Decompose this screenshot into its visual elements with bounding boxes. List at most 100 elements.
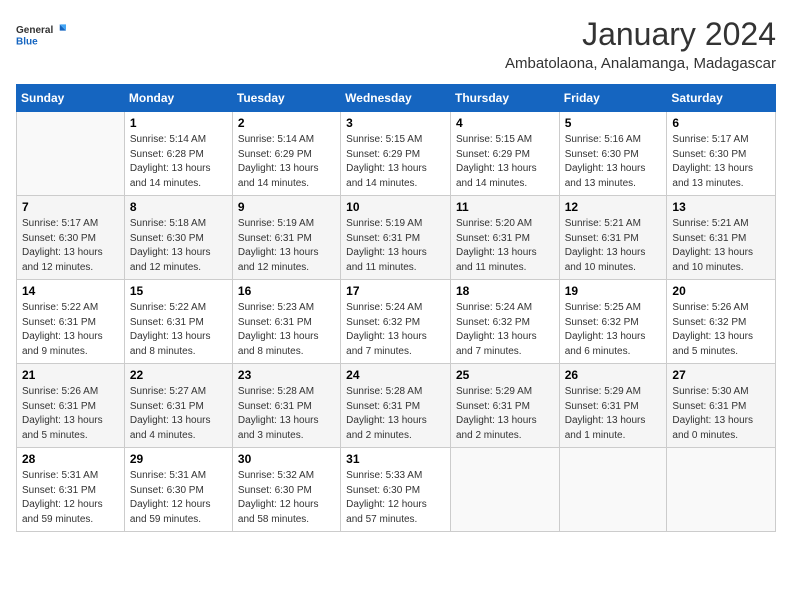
day-info: Sunrise: 5:33 AM Sunset: 6:30 PM Dayligh… [346, 469, 445, 527]
day-info: Sunrise: 5:20 AM Sunset: 6:31 PM Dayligh… [456, 217, 554, 275]
calendar-cell [667, 448, 776, 532]
day-number: 27 [672, 368, 770, 382]
header-day-sunday: Sunday [17, 85, 125, 112]
day-number: 29 [130, 452, 227, 466]
day-info: Sunrise: 5:28 AM Sunset: 6:31 PM Dayligh… [346, 385, 445, 443]
day-number: 25 [456, 368, 554, 382]
title-block: January 2024 Ambatolaona, Analamanga, Ma… [505, 16, 776, 72]
day-number: 22 [130, 368, 227, 382]
calendar-cell: 31 Sunrise: 5:33 AM Sunset: 6:30 PM Dayli… [341, 448, 451, 532]
day-number: 28 [22, 452, 119, 466]
day-info: Sunrise: 5:24 AM Sunset: 6:32 PM Dayligh… [346, 301, 445, 359]
calendar-cell: 22 Sunrise: 5:27 AM Sunset: 6:31 PM Dayli… [124, 364, 232, 448]
calendar-cell: 12Sunrise: 5:21 AM Sunset: 6:31 PM Dayli… [559, 196, 667, 280]
calendar-cell [17, 112, 125, 196]
day-number: 5 [565, 116, 662, 130]
day-info: Sunrise: 5:32 AM Sunset: 6:30 PM Dayligh… [238, 469, 335, 527]
logo: General Blue [16, 16, 66, 54]
calendar-cell: 3 Sunrise: 5:15 AM Sunset: 6:29 PM Daylig… [341, 112, 451, 196]
day-number: 24 [346, 368, 445, 382]
calendar-cell: 25 Sunrise: 5:29 AM Sunset: 6:31 PM Dayli… [450, 364, 559, 448]
day-number: 30 [238, 452, 335, 466]
week-row-4: 21 Sunrise: 5:26 AM Sunset: 6:31 PM Dayli… [17, 364, 776, 448]
day-info: Sunrise: 5:17 AM Sunset: 6:30 PM Dayligh… [22, 217, 119, 275]
day-info: Sunrise: 5:22 AM Sunset: 6:31 PM Dayligh… [22, 301, 119, 359]
day-info: Sunrise: 5:29 AM Sunset: 6:31 PM Dayligh… [565, 385, 662, 443]
calendar-cell [559, 448, 667, 532]
day-info: Sunrise: 5:31 AM Sunset: 6:30 PM Dayligh… [130, 469, 227, 527]
day-info: Sunrise: 5:15 AM Sunset: 6:29 PM Dayligh… [346, 133, 445, 191]
day-number: 12 [565, 200, 662, 214]
calendar-cell: 21 Sunrise: 5:26 AM Sunset: 6:31 PM Dayli… [17, 364, 125, 448]
calendar-cell: 29 Sunrise: 5:31 AM Sunset: 6:30 PM Dayli… [124, 448, 232, 532]
day-number: 6 [672, 116, 770, 130]
calendar-cell: 4 Sunrise: 5:15 AM Sunset: 6:29 PM Daylig… [450, 112, 559, 196]
day-info: Sunrise: 5:27 AM Sunset: 6:31 PM Dayligh… [130, 385, 227, 443]
day-number: 10 [346, 200, 445, 214]
calendar-cell: 5Sunrise: 5:16 AM Sunset: 6:30 PM Daylig… [559, 112, 667, 196]
calendar-cell: 9Sunrise: 5:19 AM Sunset: 6:31 PM Daylig… [232, 196, 340, 280]
day-number: 15 [130, 284, 227, 298]
day-number: 19 [565, 284, 662, 298]
day-info: Sunrise: 5:18 AM Sunset: 6:30 PM Dayligh… [130, 217, 227, 275]
calendar-cell: 2 Sunrise: 5:14 AM Sunset: 6:29 PM Daylig… [232, 112, 340, 196]
day-number: 20 [672, 284, 770, 298]
day-number: 14 [22, 284, 119, 298]
day-number: 3 [346, 116, 445, 130]
calendar-cell: 19Sunrise: 5:25 AM Sunset: 6:32 PM Dayli… [559, 280, 667, 364]
day-number: 11 [456, 200, 554, 214]
day-number: 17 [346, 284, 445, 298]
month-title: January 2024 [505, 16, 776, 53]
day-info: Sunrise: 5:23 AM Sunset: 6:31 PM Dayligh… [238, 301, 335, 359]
day-info: Sunrise: 5:26 AM Sunset: 6:32 PM Dayligh… [672, 301, 770, 359]
header-day-thursday: Thursday [450, 85, 559, 112]
day-number: 9 [238, 200, 335, 214]
calendar-cell: 1 Sunrise: 5:14 AM Sunset: 6:28 PM Daylig… [124, 112, 232, 196]
week-row-1: 1 Sunrise: 5:14 AM Sunset: 6:28 PM Daylig… [17, 112, 776, 196]
day-info: Sunrise: 5:21 AM Sunset: 6:31 PM Dayligh… [672, 217, 770, 275]
calendar-cell: 23 Sunrise: 5:28 AM Sunset: 6:31 PM Dayli… [232, 364, 340, 448]
day-number: 16 [238, 284, 335, 298]
svg-text:General: General [16, 25, 53, 36]
calendar-cell: 15Sunrise: 5:22 AM Sunset: 6:31 PM Dayli… [124, 280, 232, 364]
calendar-cell: 27Sunrise: 5:30 AM Sunset: 6:31 PM Dayli… [667, 364, 776, 448]
day-info: Sunrise: 5:29 AM Sunset: 6:31 PM Dayligh… [456, 385, 554, 443]
day-number: 18 [456, 284, 554, 298]
day-number: 26 [565, 368, 662, 382]
calendar-cell: 11 Sunrise: 5:20 AM Sunset: 6:31 PM Dayli… [450, 196, 559, 280]
calendar-cell: 7Sunrise: 5:17 AM Sunset: 6:30 PM Daylig… [17, 196, 125, 280]
day-number: 31 [346, 452, 445, 466]
page-header: General Blue January 2024 Ambatolaona, A… [16, 16, 776, 72]
day-number: 13 [672, 200, 770, 214]
header-day-wednesday: Wednesday [341, 85, 451, 112]
calendar-cell [450, 448, 559, 532]
day-info: Sunrise: 5:14 AM Sunset: 6:28 PM Dayligh… [130, 133, 227, 191]
header-row: SundayMondayTuesdayWednesdayThursdayFrid… [17, 85, 776, 112]
day-info: Sunrise: 5:26 AM Sunset: 6:31 PM Dayligh… [22, 385, 119, 443]
calendar-cell: 8Sunrise: 5:18 AM Sunset: 6:30 PM Daylig… [124, 196, 232, 280]
calendar-table: SundayMondayTuesdayWednesdayThursdayFrid… [16, 84, 776, 532]
logo-svg: General Blue [16, 16, 66, 54]
calendar-cell: 18Sunrise: 5:24 AM Sunset: 6:32 PM Dayli… [450, 280, 559, 364]
svg-text:Blue: Blue [16, 36, 38, 47]
day-number: 21 [22, 368, 119, 382]
day-info: Sunrise: 5:17 AM Sunset: 6:30 PM Dayligh… [672, 133, 770, 191]
calendar-cell: 6 Sunrise: 5:17 AM Sunset: 6:30 PM Daylig… [667, 112, 776, 196]
day-number: 1 [130, 116, 227, 130]
day-info: Sunrise: 5:14 AM Sunset: 6:29 PM Dayligh… [238, 133, 335, 191]
calendar-cell: 20 Sunrise: 5:26 AM Sunset: 6:32 PM Dayli… [667, 280, 776, 364]
day-info: Sunrise: 5:19 AM Sunset: 6:31 PM Dayligh… [346, 217, 445, 275]
week-row-2: 7Sunrise: 5:17 AM Sunset: 6:30 PM Daylig… [17, 196, 776, 280]
day-info: Sunrise: 5:15 AM Sunset: 6:29 PM Dayligh… [456, 133, 554, 191]
day-number: 4 [456, 116, 554, 130]
header-day-saturday: Saturday [667, 85, 776, 112]
calendar-cell: 16 Sunrise: 5:23 AM Sunset: 6:31 PM Dayli… [232, 280, 340, 364]
calendar-cell: 17 Sunrise: 5:24 AM Sunset: 6:32 PM Dayli… [341, 280, 451, 364]
day-number: 23 [238, 368, 335, 382]
calendar-cell: 28Sunrise: 5:31 AM Sunset: 6:31 PM Dayli… [17, 448, 125, 532]
week-row-3: 14 Sunrise: 5:22 AM Sunset: 6:31 PM Dayli… [17, 280, 776, 364]
header-day-monday: Monday [124, 85, 232, 112]
calendar-cell: 13 Sunrise: 5:21 AM Sunset: 6:31 PM Dayli… [667, 196, 776, 280]
day-number: 2 [238, 116, 335, 130]
day-info: Sunrise: 5:28 AM Sunset: 6:31 PM Dayligh… [238, 385, 335, 443]
